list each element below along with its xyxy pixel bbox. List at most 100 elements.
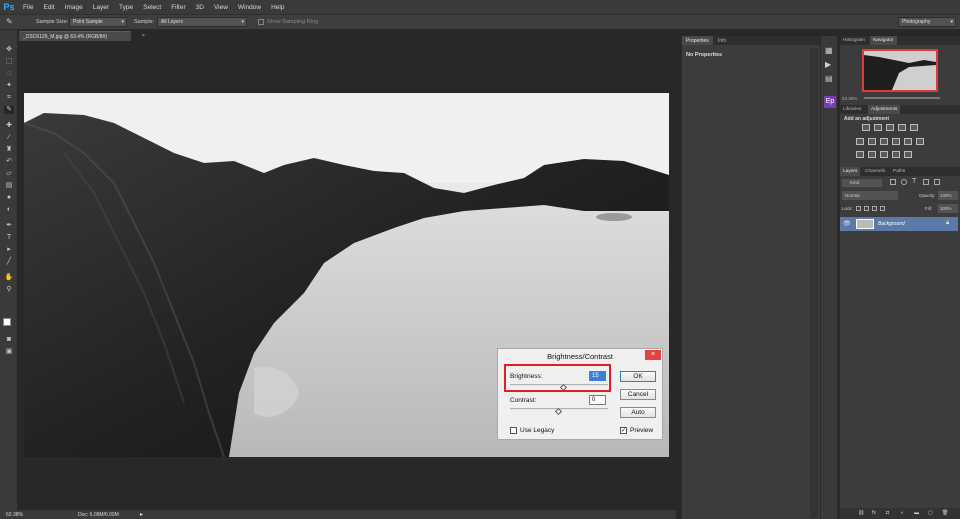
layer-visibility-icon[interactable]: 👁 <box>843 220 851 227</box>
eyedropper-icon[interactable]: ✎ <box>6 17 13 26</box>
tab-libraries[interactable]: Libraries <box>840 105 864 114</box>
status-menu-arrow-icon[interactable]: ▸ <box>140 511 143 518</box>
tab-properties[interactable]: Properties <box>682 36 713 45</box>
document-tab[interactable]: _DSC6129_M.jpg @ 63.4% (RGB/8#) × <box>19 31 145 41</box>
brightness-contrast-icon[interactable] <box>862 124 870 131</box>
use-legacy-checkbox[interactable] <box>510 427 517 434</box>
opacity-field[interactable]: 100% <box>938 191 958 200</box>
type-tool-icon[interactable]: T <box>4 234 14 242</box>
layer-filter-select[interactable]: Kind <box>842 179 882 187</box>
lock-image-icon[interactable] <box>864 206 869 211</box>
sample-select[interactable]: All Layers <box>157 17 247 27</box>
curves-icon[interactable] <box>886 124 894 131</box>
brush-tool-icon[interactable]: ∕ <box>4 134 14 142</box>
filter-shape-icon[interactable] <box>923 179 929 185</box>
lock-transparent-icon[interactable] <box>856 206 861 211</box>
move-tool-icon[interactable]: ✥ <box>4 46 14 54</box>
menu-edit[interactable]: Edit <box>38 4 59 11</box>
actions-panel-icon[interactable]: ▶ <box>825 60 831 69</box>
color-lookup-icon[interactable] <box>916 138 924 145</box>
menu-layer[interactable]: Layer <box>88 4 114 11</box>
link-layers-icon[interactable]: ⛓ <box>858 510 864 516</box>
filter-adjustment-icon[interactable] <box>901 179 907 185</box>
foreground-color-swatch[interactable] <box>3 318 11 326</box>
threshold-icon[interactable] <box>880 151 888 158</box>
navigator-zoom[interactable]: 63.38% <box>842 96 857 101</box>
path-select-tool-icon[interactable]: ▸ <box>4 246 14 254</box>
layer-style-icon[interactable]: fx <box>872 510 876 516</box>
lasso-tool-icon[interactable]: ◌ <box>4 70 14 78</box>
eyedropper-tool-icon[interactable]: ✎ <box>4 106 14 114</box>
menu-help[interactable]: Help <box>266 4 289 11</box>
menu-select[interactable]: Select <box>138 4 166 11</box>
photo-filter-icon[interactable] <box>892 138 900 145</box>
color-balance-icon[interactable] <box>868 138 876 145</box>
preview-checkbox[interactable]: ✓ <box>620 427 627 434</box>
ok-button[interactable]: OK <box>620 371 656 382</box>
hue-saturation-icon[interactable] <box>856 138 864 145</box>
exposure-icon[interactable] <box>898 124 906 131</box>
gradient-tool-icon[interactable]: ▤ <box>4 182 14 190</box>
dialog-close-button[interactable]: × <box>645 350 661 360</box>
pen-tool-icon[interactable]: ✒ <box>4 222 14 230</box>
filter-type-icon[interactable]: T <box>912 178 916 185</box>
black-white-icon[interactable] <box>880 138 888 145</box>
tab-info[interactable]: Info <box>714 36 730 45</box>
marquee-tool-icon[interactable]: ⬚ <box>4 58 14 66</box>
selective-color-icon[interactable] <box>892 151 900 158</box>
levels-icon[interactable] <box>874 124 882 131</box>
shape-tool-icon[interactable]: ╱ <box>4 258 14 266</box>
filter-smart-object-icon[interactable] <box>934 179 940 185</box>
invert-icon[interactable] <box>856 151 864 158</box>
delete-layer-icon[interactable]: 🗑︎ <box>942 510 948 516</box>
navigator-thumbnail[interactable] <box>862 49 938 92</box>
vibrance-icon[interactable] <box>910 124 918 131</box>
menu-type[interactable]: Type <box>114 4 138 11</box>
fill-field[interactable]: 100% <box>938 204 958 213</box>
posterize-icon[interactable] <box>868 151 876 158</box>
document-close-icon[interactable]: × <box>142 33 145 39</box>
workspace-select[interactable]: Photography <box>898 17 956 27</box>
new-layer-icon[interactable]: ▢ <box>928 510 933 516</box>
menu-window[interactable]: Window <box>233 4 266 11</box>
channel-mixer-icon[interactable] <box>904 138 912 145</box>
lock-all-icon[interactable] <box>880 206 885 211</box>
info-panel-icon[interactable]: ▤ <box>825 74 833 83</box>
clone-stamp-tool-icon[interactable]: ♜ <box>4 146 14 154</box>
menu-view[interactable]: View <box>209 4 233 11</box>
tab-histogram[interactable]: Histogram <box>840 36 868 45</box>
menu-image[interactable]: Image <box>60 4 88 11</box>
menu-filter[interactable]: Filter <box>166 4 190 11</box>
zoom-tool-icon[interactable]: ⚲ <box>4 286 14 294</box>
tab-adjustments[interactable]: Adjustments <box>868 105 901 114</box>
new-group-icon[interactable]: ▬ <box>914 510 919 516</box>
show-ring-checkbox[interactable] <box>258 19 264 25</box>
new-adjustment-layer-icon[interactable]: ◑ <box>900 510 903 516</box>
tab-navigator[interactable]: Navigator <box>870 36 897 45</box>
sample-size-select[interactable]: Point Sample <box>69 17 127 27</box>
screen-mode-icon[interactable]: ▣ <box>4 348 14 356</box>
history-brush-tool-icon[interactable]: ↶ <box>4 158 14 166</box>
blur-tool-icon[interactable]: ● <box>4 194 14 202</box>
auto-button[interactable]: Auto <box>620 407 656 418</box>
extension-panel-icon[interactable]: Ep <box>824 96 836 108</box>
history-panel-icon[interactable]: ▦ <box>825 46 833 55</box>
dodge-tool-icon[interactable]: ◐ <box>4 206 14 214</box>
menu-file[interactable]: File <box>18 4 38 11</box>
cancel-button[interactable]: Cancel <box>620 389 656 400</box>
healing-tool-icon[interactable]: ✚ <box>4 122 14 130</box>
tab-paths[interactable]: Paths <box>890 167 908 176</box>
layer-row-background[interactable]: 👁 Background 🔒︎ <box>840 217 958 231</box>
tab-channels[interactable]: Channels <box>862 167 888 176</box>
zoom-level[interactable]: 63.38% <box>6 512 23 518</box>
properties-scrollbar[interactable] <box>810 48 818 518</box>
gradient-map-icon[interactable] <box>904 151 912 158</box>
menu-3d[interactable]: 3D <box>191 4 209 11</box>
layer-name[interactable]: Background <box>878 221 905 227</box>
blend-mode-select[interactable]: Normal <box>842 191 898 200</box>
crop-tool-icon[interactable]: ⌗ <box>4 94 14 102</box>
contrast-input[interactable]: 0 <box>589 395 606 405</box>
quick-select-tool-icon[interactable]: ✦ <box>4 82 14 90</box>
filter-pixel-icon[interactable] <box>890 179 896 185</box>
eraser-tool-icon[interactable]: ▱ <box>4 170 14 178</box>
